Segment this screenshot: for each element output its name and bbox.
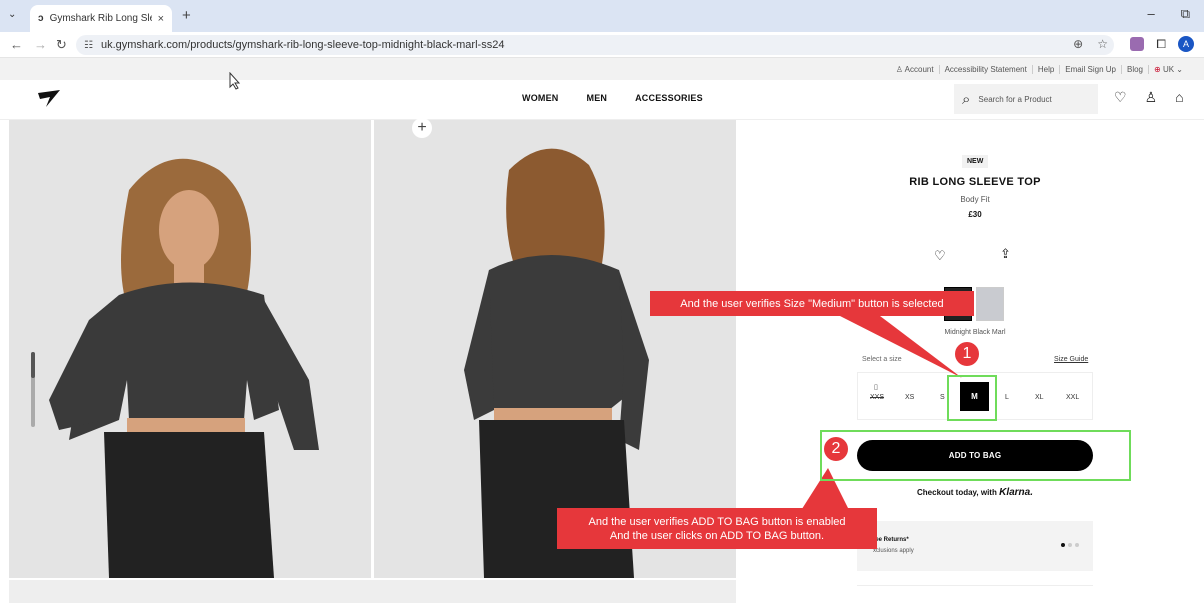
bookmark-star-icon[interactable]: ☆ [1097, 37, 1108, 51]
notify-bell-icon: ▯ [874, 384, 878, 391]
product-title: RIB LONG SLEEVE TOP [909, 176, 1041, 188]
extensions-area: ⧠ A [1130, 36, 1194, 52]
nav-men[interactable]: MEN [587, 93, 608, 103]
step-marker-2: 2 [823, 436, 849, 462]
utility-bar: ♙ Account Accessibility Statement Help E… [0, 58, 1204, 80]
utility-accessibility[interactable]: Accessibility Statement [938, 64, 1032, 74]
select-size-label: Select a size [862, 356, 902, 363]
omnibox-actions: ⊕ ☆ [1073, 37, 1108, 51]
new-tab-icon[interactable]: + [182, 7, 191, 24]
tab-close-icon[interactable]: × [158, 13, 164, 25]
mouse-cursor-icon [229, 72, 241, 90]
utility-help[interactable]: Help [1031, 64, 1059, 74]
reload-icon[interactable]: ↻ [56, 37, 67, 53]
site-header: WOMEN MEN ACCESSORIES ⌕ Search for a Pro… [0, 80, 1204, 120]
bag-icon[interactable]: ⌂ [1175, 89, 1183, 106]
nav-accessories[interactable]: ACCESSORIES [635, 93, 703, 103]
nav-women[interactable]: WOMEN [522, 93, 559, 103]
callout-2-line-2: And the user clicks on ADD TO BAG button… [609, 529, 825, 542]
free-returns-banner: ree Returns* xclusions apply [857, 521, 1093, 571]
klarna-logo: Klarna. [999, 487, 1033, 498]
returns-subtitle: xclusions apply [873, 548, 914, 554]
utility-account[interactable]: ♙ Account [891, 65, 939, 74]
size-guide-link[interactable]: Size Guide [1054, 356, 1088, 363]
size-option-xxl[interactable]: XXL [1066, 394, 1079, 401]
divider [857, 585, 1093, 586]
callout-2-line-1: And the user verifies ADD TO BAG button … [588, 515, 846, 528]
uk-flag-icon: ⊕ [1154, 64, 1163, 74]
returns-title: ree Returns* [873, 537, 909, 543]
site-info-icon[interactable]: ☷ [84, 40, 93, 51]
utility-region[interactable]: ⊕ UK ⌄ [1148, 64, 1188, 74]
restore-icon[interactable]: ⧉ [1181, 6, 1190, 22]
annotation-callout-2: And the user verifies ADD TO BAG button … [557, 508, 877, 549]
account-icon: ♙ [895, 64, 905, 74]
utility-blog[interactable]: Blog [1120, 64, 1148, 74]
main-nav: WOMEN MEN ACCESSORIES [522, 93, 703, 103]
size-option-l[interactable]: L [1005, 394, 1009, 401]
back-icon[interactable]: ← [10, 37, 23, 52]
carousel-dots [1061, 543, 1079, 547]
highlight-add-to-bag [820, 430, 1131, 481]
gallery-scrollbar-thumb[interactable] [31, 352, 35, 378]
new-badge: NEW [962, 155, 989, 168]
carousel-dot[interactable] [1061, 543, 1065, 547]
wishlist-heart-icon[interactable]: ♡ [934, 248, 946, 264]
extension-icon[interactable] [1130, 37, 1145, 51]
share-icon[interactable]: ⇪ [1000, 246, 1011, 262]
carousel-dot[interactable] [1068, 543, 1072, 547]
product-image-front[interactable] [9, 120, 371, 578]
wishlist-heart-icon[interactable]: ♡ [1114, 89, 1127, 106]
search-icon: ⌕ [962, 90, 971, 108]
product-price: £30 [968, 210, 982, 219]
header-icons: ♡ ♙ ⌂ [1114, 89, 1184, 106]
product-fit: Body Fit [960, 195, 990, 204]
extensions-puzzle-icon[interactable]: ⧠ [1156, 37, 1166, 52]
gallery-bottom-strip [9, 580, 736, 603]
profile-avatar[interactable]: A [1178, 36, 1194, 52]
gymshark-favicon-icon: ↄ [38, 13, 44, 24]
minimize-icon[interactable]: – [1147, 6, 1154, 22]
zoom-icon[interactable]: ⊕ [1073, 37, 1083, 51]
highlight-size-m [947, 375, 997, 421]
tab-search-chevron-icon[interactable]: ⌄ [8, 9, 16, 20]
browser-toolbar: ← → ↻ ☷ uk.gymshark.com/products/gymshar… [0, 32, 1204, 58]
account-icon[interactable]: ♙ [1145, 89, 1158, 106]
chevron-down-icon: ⌄ [1174, 64, 1183, 74]
tab-title: Gymshark Rib Long Sleeve Top [49, 13, 152, 24]
step-marker-1: 1 [954, 341, 980, 367]
gymshark-logo[interactable] [36, 87, 62, 114]
carousel-dot[interactable] [1075, 543, 1079, 547]
address-bar[interactable]: ☷ uk.gymshark.com/products/gymshark-rib-… [76, 35, 1114, 55]
color-name: Midnight Black Marl [944, 329, 1006, 336]
utility-email-signup[interactable]: Email Sign Up [1059, 64, 1121, 74]
window-controls: – ⧉ [1147, 6, 1190, 22]
size-option-xxs[interactable]: XXS [870, 394, 884, 401]
swatch-alt-color[interactable] [976, 287, 1004, 321]
annotation-callout-1: And the user verifies Size "Medium" butt… [650, 291, 974, 316]
search-placeholder: Search for a Product [978, 94, 1052, 104]
browser-tabbar: ⌄ ↄ Gymshark Rib Long Sleeve Top × + – ⧉ [0, 0, 1204, 32]
browser-tab[interactable]: ↄ Gymshark Rib Long Sleeve Top × [30, 5, 172, 32]
search-input[interactable]: ⌕ Search for a Product [954, 84, 1098, 114]
klarna-checkout-note: Checkout today, with Klarna. [880, 487, 1070, 498]
screenshot-root: ⌄ ↄ Gymshark Rib Long Sleeve Top × + – ⧉… [0, 0, 1204, 603]
size-option-s[interactable]: S [940, 394, 945, 401]
address-url: uk.gymshark.com/products/gymshark-rib-lo… [100, 39, 505, 51]
size-option-xl[interactable]: XL [1035, 394, 1044, 401]
zoom-plus-icon[interactable]: + [412, 118, 432, 138]
model-front-illustration [9, 120, 368, 578]
checkout-text: Checkout today, with [917, 488, 997, 497]
size-option-xs[interactable]: XS [905, 394, 914, 401]
forward-icon[interactable]: → [34, 37, 47, 52]
gymshark-logo-icon [38, 90, 60, 107]
